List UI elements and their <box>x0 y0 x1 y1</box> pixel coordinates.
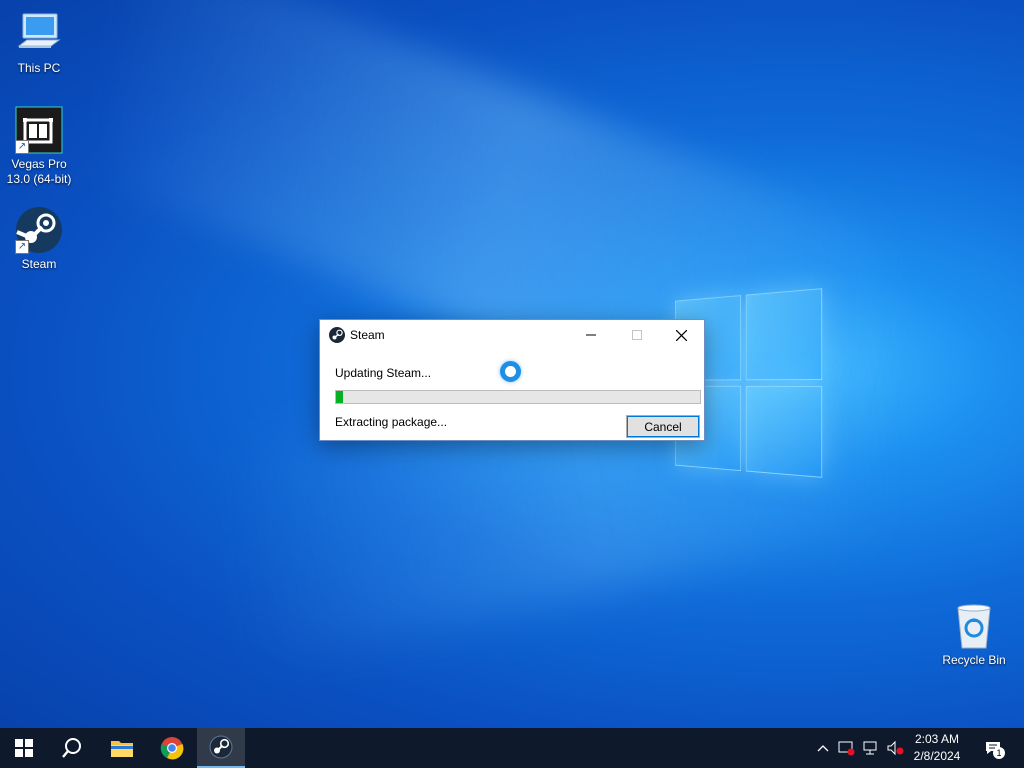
close-icon <box>675 329 687 341</box>
close-button[interactable] <box>658 320 704 350</box>
update-status-text: Updating Steam... <box>335 366 432 380</box>
action-center-button[interactable]: 1 <box>980 728 1006 768</box>
extract-status-text: Extracting package... <box>335 415 448 429</box>
minimize-icon <box>586 334 596 336</box>
taskbar-chrome[interactable] <box>148 728 196 768</box>
network-icon <box>863 741 877 755</box>
security-alert-icon <box>838 741 855 756</box>
taskbar-clock[interactable]: 2:03 AM 2/8/2024 <box>904 731 970 765</box>
desktop-icon-vegas-pro[interactable]: ↗ Vegas Pro 13.0 (64-bit) <box>1 106 77 187</box>
cancel-button[interactable]: Cancel <box>626 415 700 438</box>
network-tray-button[interactable] <box>860 728 882 768</box>
steam-icon <box>329 327 345 343</box>
monitor-icon <box>15 10 63 58</box>
file-explorer-icon <box>111 741 133 757</box>
steam-icon: ↗ <box>15 206 63 254</box>
dialog-titlebar[interactable]: Steam <box>320 320 704 350</box>
taskbar-steam[interactable] <box>197 728 245 768</box>
desktop-icon-label: Vegas Pro 13.0 (64-bit) <box>6 157 72 186</box>
film-icon: ↗ <box>15 106 63 154</box>
taskbar-file-explorer[interactable] <box>98 728 146 768</box>
search-icon <box>62 738 81 758</box>
security-tray-button[interactable] <box>836 728 858 768</box>
chrome-icon <box>160 737 184 760</box>
volume-muted-icon <box>887 740 904 756</box>
clock-date: 2/8/2024 <box>913 749 961 763</box>
steam-update-dialog: Steam Updating Steam... Extracting packa… <box>319 319 705 441</box>
update-progress-bar <box>335 390 701 404</box>
desktop-icon-label: This PC <box>17 61 61 75</box>
loading-spinner-icon <box>500 361 521 382</box>
notification-count-badge: 1 <box>993 747 1005 759</box>
desktop-icon-label: Steam <box>21 257 57 271</box>
shortcut-arrow-icon: ↗ <box>15 240 29 254</box>
clock-time: 2:03 AM <box>914 732 960 746</box>
show-hidden-icons-button[interactable] <box>812 728 834 768</box>
shortcut-arrow-icon: ↗ <box>15 140 29 154</box>
dialog-title: Steam <box>350 328 385 342</box>
recycle-bin-icon <box>950 602 998 650</box>
desktop-icon-label: Recycle Bin <box>942 653 1006 667</box>
search-button[interactable] <box>48 728 96 768</box>
volume-tray-button[interactable] <box>884 728 906 768</box>
steam-icon <box>209 735 233 759</box>
desktop-icon-steam[interactable]: ↗ Steam <box>1 206 77 272</box>
progress-fill <box>336 391 344 403</box>
desktop-icon-recycle-bin[interactable]: Recycle Bin <box>936 602 1012 668</box>
chevron-up-icon <box>817 745 829 752</box>
minimize-button[interactable] <box>568 320 614 350</box>
taskbar: 2:03 AM 2/8/2024 1 <box>0 728 1024 768</box>
maximize-icon <box>632 330 642 340</box>
desktop-icon-this-pc[interactable]: This PC <box>1 10 77 76</box>
windows-start-icon <box>15 739 33 757</box>
maximize-button[interactable] <box>614 320 660 350</box>
start-button[interactable] <box>0 728 48 768</box>
